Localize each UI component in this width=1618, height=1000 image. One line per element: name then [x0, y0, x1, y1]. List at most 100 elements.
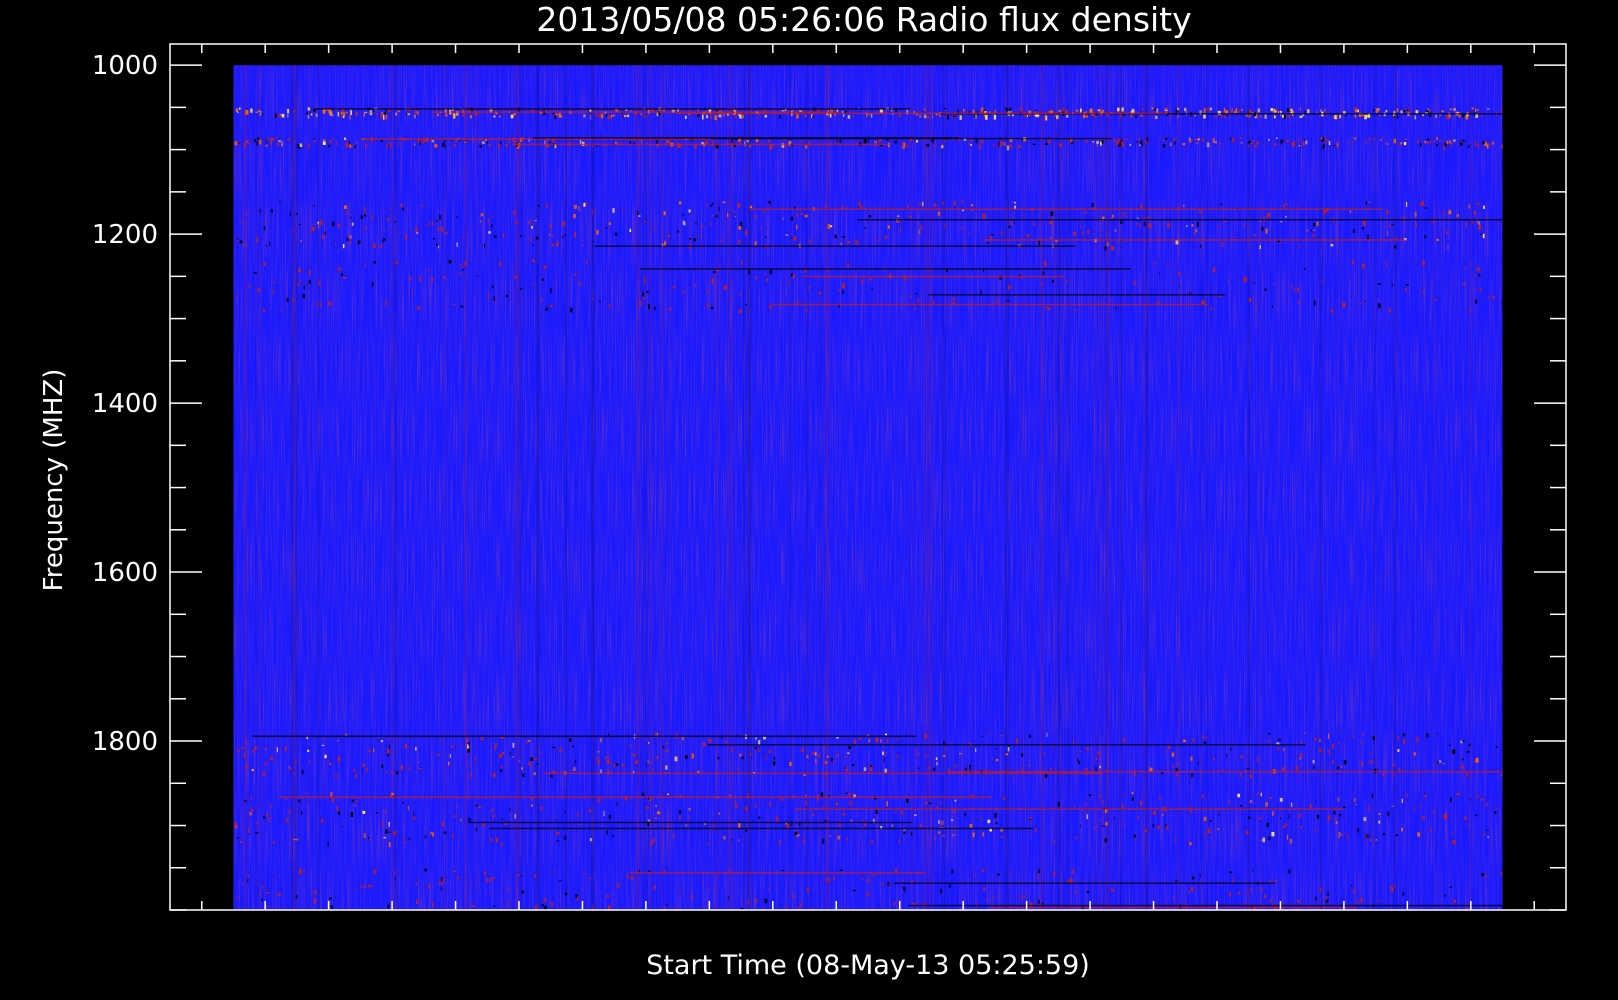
- flux-pixel: [1413, 752, 1416, 756]
- flux-pixel: [768, 749, 772, 754]
- flux-pixel: [379, 244, 383, 248]
- flux-pixel: [617, 883, 620, 888]
- flux-pixel: [665, 765, 668, 770]
- flux-pixel: [1122, 143, 1125, 147]
- flux-pixel: [767, 888, 770, 891]
- flux-pixel: [1253, 145, 1256, 148]
- flux-pixel: [494, 746, 497, 751]
- flux-pixel: [1140, 801, 1143, 805]
- flux-pixel: [409, 276, 412, 281]
- flux-pixel: [1332, 145, 1336, 147]
- flux-pixel: [769, 200, 771, 205]
- flux-pixel: [1282, 204, 1285, 208]
- flux-pixel: [440, 226, 443, 232]
- flux-pixel: [1165, 824, 1167, 828]
- flux-pixel: [1159, 272, 1161, 274]
- flux-pixel: [606, 113, 608, 117]
- flux-pixel: [1471, 220, 1475, 224]
- flux-pixel: [1397, 736, 1399, 741]
- flux-pixel: [790, 273, 793, 277]
- flux-streak: [512, 143, 890, 146]
- flux-pixel: [499, 754, 502, 758]
- flux-pixel: [388, 744, 390, 750]
- flux-pixel: [405, 235, 408, 240]
- flux-pixel: [306, 804, 309, 806]
- flux-pixel: [709, 222, 712, 226]
- flux-pixel: [273, 281, 276, 283]
- flux-pixel: [1304, 139, 1306, 141]
- flux-pixel: [1368, 201, 1371, 203]
- flux-streak: [629, 872, 926, 874]
- flux-pixel: [1401, 798, 1403, 803]
- flux-pixel: [493, 296, 495, 302]
- flux-pixel: [1327, 749, 1329, 753]
- flux-pixel: [757, 114, 759, 120]
- striation: [475, 65, 477, 910]
- flux-pixel: [907, 204, 910, 208]
- flux-pixel: [1203, 108, 1206, 113]
- striation: [514, 65, 518, 910]
- flux-pixel: [1227, 280, 1229, 282]
- flux-pixel: [1086, 229, 1090, 234]
- flux-pixel: [1362, 263, 1365, 269]
- flux-pixel: [424, 835, 427, 839]
- flux-pixel: [872, 798, 874, 801]
- flux-pixel: [1075, 890, 1078, 893]
- y-tick-label: 1400: [92, 389, 158, 419]
- flux-pixel: [1265, 802, 1268, 807]
- flux-pixel: [1391, 283, 1393, 287]
- flux-pixel: [1169, 142, 1172, 146]
- flux-pixel: [887, 225, 890, 229]
- flux-pixel: [1273, 115, 1276, 119]
- flux-pixel: [364, 226, 367, 230]
- flux-pixel: [648, 741, 650, 744]
- flux-pixel: [559, 115, 563, 118]
- flux-pixel: [257, 884, 260, 886]
- striation: [726, 65, 730, 910]
- flux-pixel: [957, 211, 959, 213]
- flux-pixel: [1008, 225, 1011, 229]
- flux-pixel: [1382, 832, 1386, 836]
- flux-pixel: [237, 896, 240, 899]
- flux-pixel: [1331, 760, 1334, 764]
- flux-pixel: [763, 211, 766, 214]
- striation: [565, 65, 567, 910]
- flux-pixel: [324, 754, 327, 759]
- flux-streak: [532, 137, 959, 139]
- flux-pixel: [342, 244, 345, 249]
- flux-pixel: [1359, 302, 1362, 305]
- flux-streak: [432, 111, 837, 113]
- flux-pixel: [751, 757, 753, 759]
- flux-pixel: [952, 115, 956, 118]
- flux-pixel: [1271, 832, 1275, 837]
- flux-pixel: [682, 213, 684, 216]
- flux-pixel: [310, 113, 313, 116]
- flux-pixel: [904, 890, 906, 894]
- flux-pixel: [1437, 763, 1440, 765]
- flux-pixel: [919, 203, 922, 206]
- flux-pixel: [501, 842, 503, 848]
- flux-pixel: [1278, 242, 1282, 245]
- flux-pixel: [695, 222, 697, 225]
- flux-pixel: [666, 140, 669, 143]
- flux-pixel: [996, 299, 998, 303]
- flux-pixel: [677, 732, 679, 735]
- striation: [1470, 65, 1472, 910]
- flux-pixel: [491, 224, 493, 228]
- flux-pixel: [1250, 142, 1253, 144]
- flux-pixel: [1391, 734, 1394, 736]
- flux-pixel: [815, 752, 817, 756]
- flux-pixel: [1361, 227, 1364, 230]
- flux-pixel: [621, 209, 624, 211]
- flux-pixel: [1195, 229, 1198, 233]
- flux-pixel: [1403, 142, 1407, 146]
- striation: [805, 65, 809, 910]
- flux-pixel: [270, 208, 273, 213]
- flux-pixel: [1495, 746, 1498, 748]
- flux-pixel: [1032, 143, 1036, 146]
- striation: [1066, 65, 1070, 910]
- flux-pixel: [778, 840, 781, 845]
- flux-pixel: [1189, 139, 1191, 143]
- flux-pixel: [268, 137, 271, 139]
- flux-pixel: [1217, 828, 1220, 830]
